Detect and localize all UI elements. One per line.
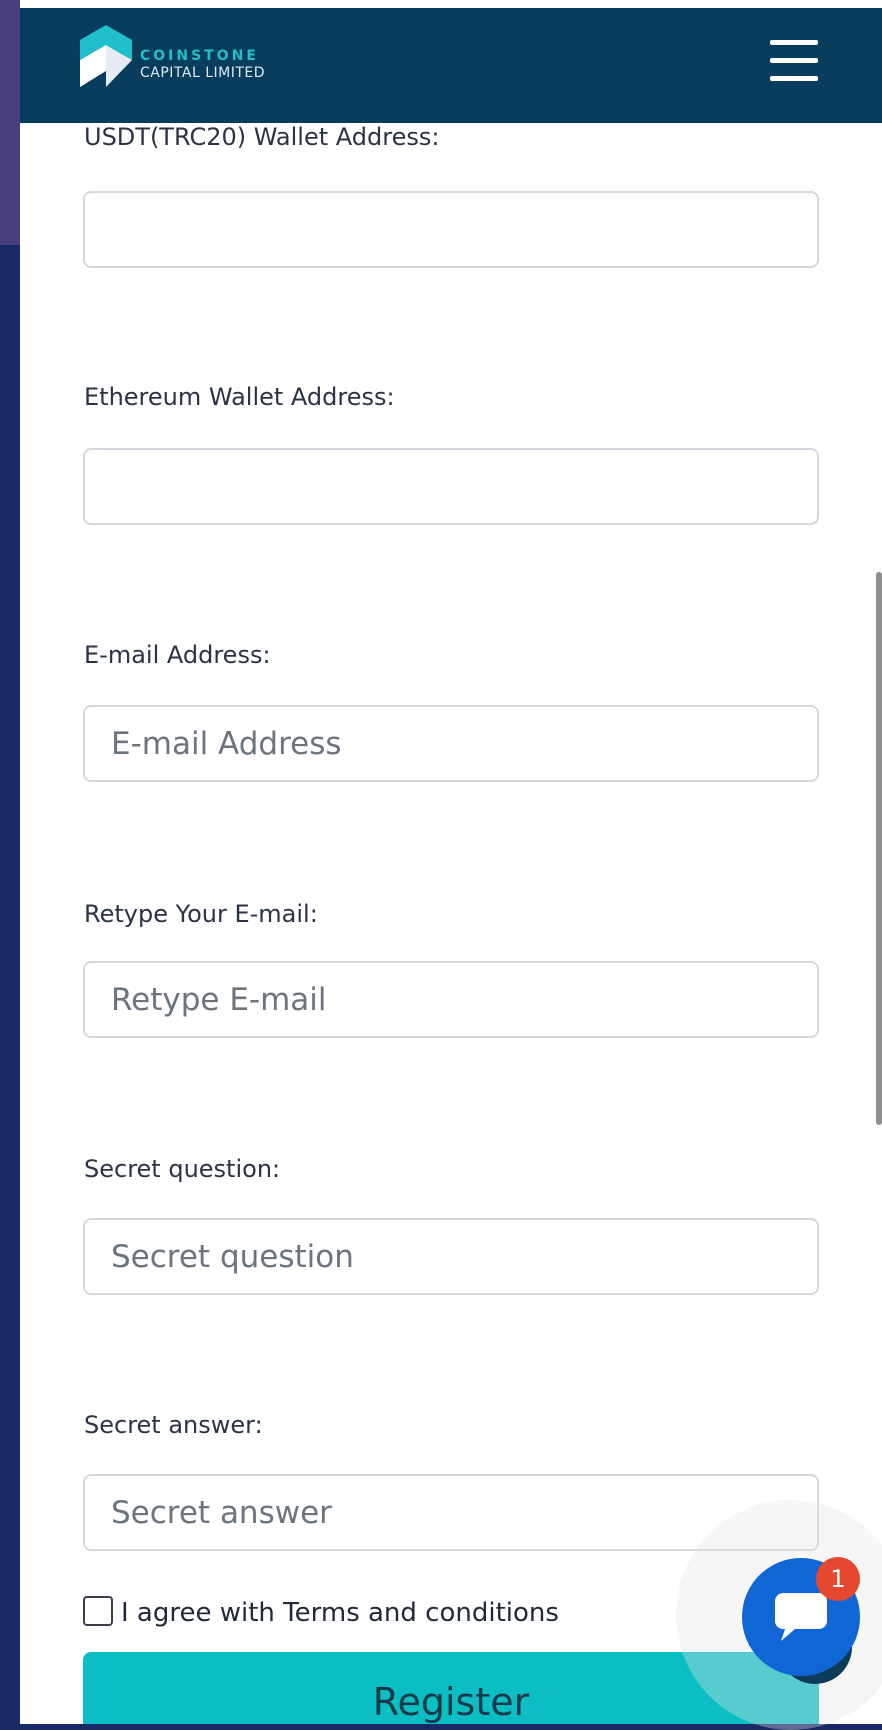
retype-email-label: Retype Your E-mail: <box>84 900 318 928</box>
secret-answer-label: Secret answer: <box>84 1411 263 1439</box>
usdt-wallet-label: USDT(TRC20) Wallet Address: <box>84 123 440 151</box>
email-label: E-mail Address: <box>84 641 271 669</box>
usdt-wallet-input[interactable] <box>83 191 819 268</box>
ethereum-wallet-label: Ethereum Wallet Address: <box>84 383 395 411</box>
brand-name: COINSTONE <box>140 48 259 64</box>
brand-subtitle: CAPITAL LIMITED <box>140 65 266 81</box>
email-input[interactable] <box>83 705 819 782</box>
secret-question-input[interactable] <box>83 1218 819 1295</box>
scrollbar[interactable] <box>876 572 882 1125</box>
registration-page: COINSTONE CAPITAL LIMITED USDT(TRC20) Wa… <box>20 0 882 1724</box>
notification-badge: 1 <box>816 1557 860 1601</box>
chat-bubble-icon <box>775 1593 827 1641</box>
terms-label[interactable]: I agree with Terms and conditions <box>121 1598 559 1628</box>
brand-logo[interactable]: COINSTONE CAPITAL LIMITED <box>80 20 290 100</box>
retype-email-input[interactable] <box>83 961 819 1038</box>
coinstone-logo-icon <box>80 25 132 87</box>
ethereum-wallet-input[interactable] <box>83 448 819 525</box>
terms-checkbox[interactable] <box>83 1596 113 1626</box>
site-header: COINSTONE CAPITAL LIMITED <box>20 8 882 123</box>
hamburger-menu-icon[interactable] <box>760 28 830 93</box>
secret-question-label: Secret question: <box>84 1155 281 1183</box>
